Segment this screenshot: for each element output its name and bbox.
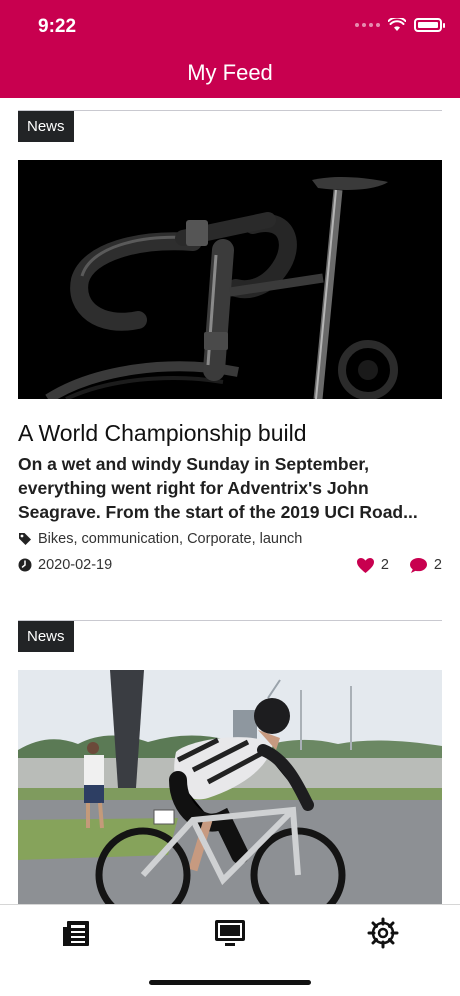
likes-group[interactable]: 2	[356, 557, 389, 574]
wifi-icon	[388, 18, 406, 31]
comments-group[interactable]: 2	[409, 557, 442, 574]
home-indicator[interactable]	[149, 980, 311, 985]
comments-count: 2	[433, 557, 442, 573]
post-date: 2020-02-19	[38, 557, 113, 573]
category-badge: News	[18, 111, 74, 142]
tag-icon	[19, 533, 31, 545]
card-title[interactable]: A World Championship build	[18, 420, 442, 447]
likes-count: 2	[380, 557, 389, 573]
page-title: My Feed	[187, 60, 273, 85]
cellular-signal-icon	[355, 23, 380, 27]
status-time: 9:22	[38, 16, 77, 37]
category-badge: News	[18, 621, 74, 652]
feed-card[interactable]: News	[18, 620, 442, 904]
tags-text: Bikes, communication, Corporate, launch	[38, 531, 303, 547]
heart-icon[interactable]	[356, 557, 375, 574]
tags-row: Bikes, communication, Corporate, launch	[18, 531, 442, 547]
monitor-icon[interactable]	[214, 917, 246, 949]
status-icons	[355, 18, 445, 32]
comment-bubble-icon[interactable]	[409, 557, 428, 574]
app-header: 9:22 My Feed	[0, 0, 460, 98]
feed-list[interactable]: News A World Championship build On a wet…	[0, 98, 460, 904]
feed-card[interactable]: News	[18, 110, 442, 600]
bicycle-photo	[18, 160, 442, 399]
card-divider	[18, 110, 442, 111]
card-excerpt: On a wet and windy Sunday in September, …	[18, 454, 418, 522]
battery-icon	[414, 18, 445, 32]
card-image-cyclist[interactable]	[18, 670, 442, 904]
clock-icon	[18, 558, 32, 572]
date-row: 2020-02-19 2 2	[18, 557, 442, 573]
settings-gear-icon[interactable]	[367, 917, 399, 949]
cyclist-photo	[18, 670, 442, 904]
engagement-counts: 2 2	[342, 557, 442, 574]
card-image-bicycle[interactable]	[18, 160, 442, 399]
card-divider	[18, 620, 442, 621]
newspaper-icon[interactable]	[61, 917, 93, 949]
